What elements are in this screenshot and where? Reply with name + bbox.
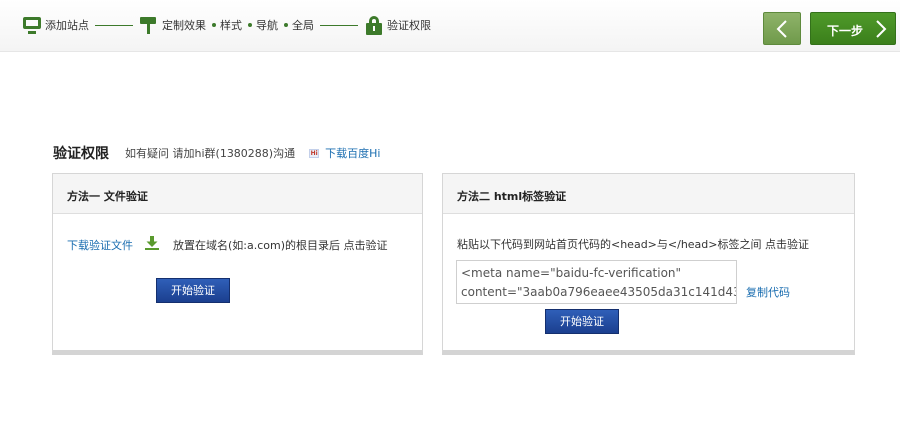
- step-add-site-label: 添加站点: [45, 19, 89, 32]
- paint-roller-icon: [139, 15, 159, 35]
- file-instruction: 放置在域名(如:a.com)的根目录后 点击验证: [173, 239, 388, 252]
- file-verification-title: 方法一 文件验证: [53, 174, 422, 214]
- code-line-2: content="3aab0a796eaee43505da31c141d43: [461, 285, 737, 299]
- substep-nav: 导航: [256, 19, 278, 32]
- verify-file-button[interactable]: 开始验证: [156, 278, 230, 303]
- step-add-site: 添加站点: [22, 15, 89, 35]
- page-title: 验证权限: [53, 146, 109, 162]
- step-customize-substeps: 样式 导航 全局: [206, 17, 314, 33]
- help-text: 如有疑问 请加hi群(1380288)沟通: [125, 147, 296, 160]
- next-step-label: 下一步: [827, 24, 864, 38]
- step-separator: [95, 24, 133, 26]
- lock-icon: [364, 15, 384, 35]
- chevron-left-icon: [776, 20, 787, 38]
- step-bar: 添加站点 定制效果 样式 导航 全局 验证权限 下一步: [0, 0, 900, 52]
- download-icon[interactable]: [145, 236, 159, 250]
- step-customize-label: 定制效果: [162, 19, 206, 32]
- file-verification-panel: 方法一 文件验证 下载验证文件 放置在域名(如:a.com)的根目录后 点击验证…: [52, 173, 423, 355]
- step-customize: 定制效果 样式 导航 全局: [139, 15, 314, 35]
- step-verify: 验证权限: [364, 15, 431, 35]
- substep-global: 全局: [292, 19, 314, 32]
- code-line-1: <meta name="baidu-fc-verification": [461, 266, 682, 280]
- download-row: 下载验证文件 放置在域名(如:a.com)的根目录后 点击验证: [67, 236, 388, 253]
- baidu-hi-icon: Hi: [309, 148, 320, 158]
- next-step-button[interactable]: 下一步: [810, 12, 896, 45]
- monitor-icon: [22, 15, 42, 35]
- chevron-right-icon: [876, 20, 887, 38]
- verify-html-tag-button[interactable]: 开始验证: [545, 309, 619, 334]
- step-separator: [320, 24, 358, 26]
- substep-style: 样式: [220, 19, 242, 32]
- html-tag-verification-title: 方法二 html标签验证: [443, 174, 854, 214]
- verification-code-box[interactable]: <meta name="baidu-fc-verification" conte…: [456, 260, 737, 304]
- html-tag-instruction: 粘贴以下代码到网站首页代码的<head>与</head>标签之间 点击验证: [457, 238, 809, 251]
- download-baidu-hi-link[interactable]: 下载百度Hi: [325, 145, 380, 161]
- title-row: 验证权限 如有疑问 请加hi群(1380288)沟通 Hi 下载百度Hi: [53, 143, 380, 163]
- download-verification-file-link[interactable]: 下载验证文件: [67, 237, 133, 253]
- step-progress: 添加站点 定制效果 样式 导航 全局 验证权限: [22, 14, 431, 36]
- step-verify-label: 验证权限: [387, 19, 431, 32]
- previous-button[interactable]: [763, 12, 801, 45]
- copy-code-link[interactable]: 复制代码: [746, 284, 790, 300]
- html-tag-verification-panel: 方法二 html标签验证 粘贴以下代码到网站首页代码的<head>与</head…: [442, 173, 855, 355]
